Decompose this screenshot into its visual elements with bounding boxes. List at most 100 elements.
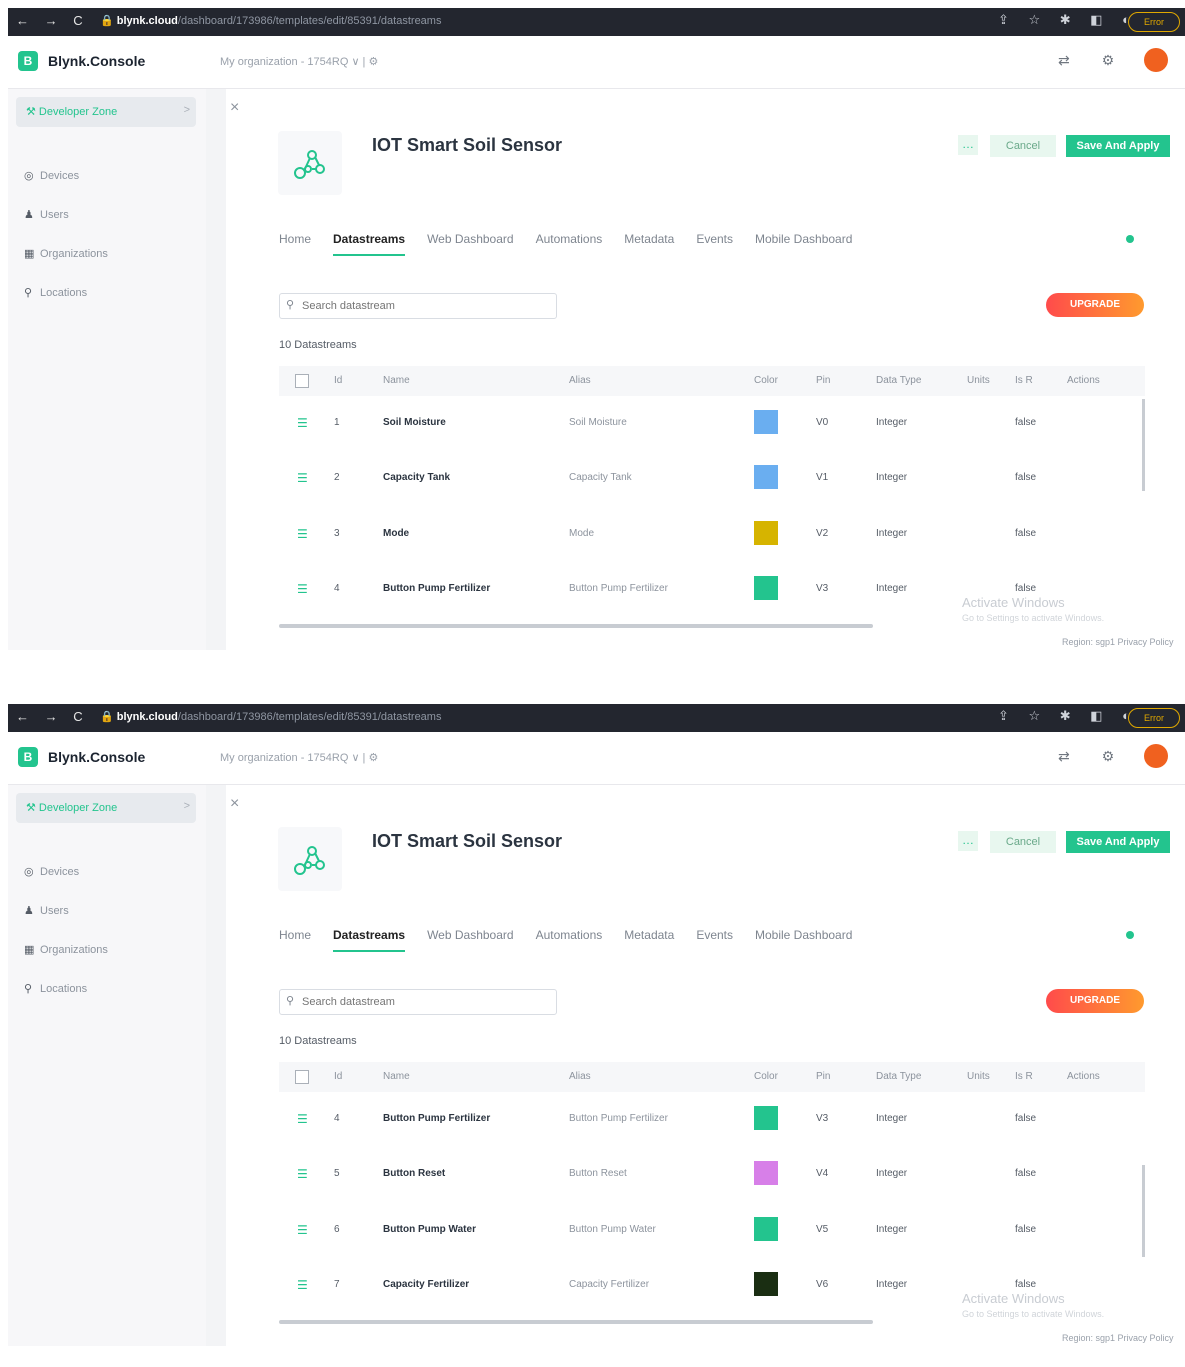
organization-selector[interactable]: My organization - 1754RQ ∨ | ⚙ [220, 55, 378, 68]
column-header-color[interactable]: Color [754, 375, 778, 386]
table-horizontal-scrollbar[interactable] [279, 624, 873, 628]
table-row[interactable]: ☰ 5 Button Reset Button Reset V4 Integer false [279, 1147, 1145, 1202]
tab-metadata[interactable]: Metadata [624, 232, 674, 254]
datastream-name[interactable]: Soil Moisture [383, 417, 446, 428]
close-icon[interactable]: × [230, 99, 239, 117]
column-header-is-r[interactable]: Is R [1015, 1071, 1033, 1082]
drag-handle-icon[interactable]: ☰ [297, 1278, 308, 1292]
column-header-name[interactable]: Name [383, 1071, 410, 1082]
column-header-units[interactable]: Units [967, 1071, 990, 1082]
column-header-id[interactable]: Id [334, 375, 342, 386]
drag-handle-icon[interactable]: ☰ [297, 1167, 308, 1181]
table-row[interactable]: ☰ 1 Soil Moisture Soil Moisture V0 Integer fal… [279, 396, 1145, 451]
tab-web-dashboard[interactable]: Web Dashboard [427, 928, 514, 950]
drag-handle-icon[interactable]: ☰ [297, 471, 308, 485]
sidebar-item-locations[interactable]: ⚲ Locations [24, 982, 87, 995]
sidebar-item-users[interactable]: ♟ Users [24, 208, 69, 221]
table-row[interactable]: ☰ 2 Capacity Tank Capacity Tank V1 Integer fal… [279, 451, 1145, 506]
cancel-button[interactable]: Cancel [990, 135, 1056, 157]
blynk-logo[interactable]: B [18, 51, 38, 71]
datastream-name[interactable]: Button Pump Water [383, 1224, 476, 1235]
drag-handle-icon[interactable]: ☰ [297, 1112, 308, 1126]
datastream-name[interactable]: Mode [383, 528, 409, 539]
sidebar-item-devices[interactable]: ◎ Devices [24, 865, 79, 878]
column-header-alias[interactable]: Alias [569, 1071, 591, 1082]
user-avatar[interactable] [1144, 48, 1168, 72]
footer-links[interactable]: Region: sgp1 Privacy Policy [1062, 1333, 1174, 1343]
column-header-pin[interactable]: Pin [816, 1071, 830, 1082]
save-and-apply-button[interactable]: Save And Apply [1066, 831, 1170, 853]
column-header-id[interactable]: Id [334, 1071, 342, 1082]
tab-automations[interactable]: Automations [536, 232, 603, 254]
browser-extension-icons[interactable]: ⇪ ☆ ✱ ◧ ◐ [998, 12, 1138, 28]
datastream-name[interactable]: Capacity Fertilizer [383, 1279, 469, 1290]
tab-mobile-dashboard[interactable]: Mobile Dashboard [755, 928, 852, 950]
sidebar-item-organizations[interactable]: ▦ Organizations [24, 247, 108, 260]
browser-nav-icons[interactable]: ← → C [16, 13, 89, 28]
datastream-name[interactable]: Button Pump Fertilizer [383, 583, 490, 594]
column-header-pin[interactable]: Pin [816, 375, 830, 386]
address-bar[interactable]: 🔒 blynk.cloud/dashboard/173986/templates… [100, 710, 441, 723]
cancel-button[interactable]: Cancel [990, 831, 1056, 853]
tab-events[interactable]: Events [696, 232, 733, 254]
drag-handle-icon[interactable]: ☰ [297, 1223, 308, 1237]
browser-profile-button[interactable]: Error [1128, 708, 1180, 728]
tab-automations[interactable]: Automations [536, 928, 603, 950]
search-box[interactable]: ⚲ [279, 989, 557, 1015]
address-bar[interactable]: 🔒 blynk.cloud/dashboard/173986/templates… [100, 14, 441, 27]
column-header-actions[interactable]: Actions [1067, 375, 1100, 386]
table-row[interactable]: ☰ 3 Mode Mode V2 Integer false [279, 507, 1145, 562]
column-header-actions[interactable]: Actions [1067, 1071, 1100, 1082]
more-button[interactable]: … [958, 135, 978, 155]
drag-handle-icon[interactable]: ☰ [297, 582, 308, 596]
close-icon[interactable]: × [230, 795, 239, 813]
tab-home[interactable]: Home [279, 928, 311, 950]
footer-links[interactable]: Region: sgp1 Privacy Policy [1062, 637, 1174, 647]
search-input[interactable] [300, 297, 544, 315]
tab-metadata[interactable]: Metadata [624, 928, 674, 950]
column-header-color[interactable]: Color [754, 1071, 778, 1082]
more-button[interactable]: … [958, 831, 978, 851]
tab-home[interactable]: Home [279, 232, 311, 254]
table-row[interactable]: ☰ 6 Button Pump Water Button Pump Water V5 In… [279, 1203, 1145, 1258]
datastream-name[interactable]: Capacity Tank [383, 472, 450, 483]
table-row[interactable]: ☰ 4 Button Pump Fertilizer Button Pump Fert… [279, 1092, 1145, 1147]
sidebar-item-devices[interactable]: ◎ Devices [24, 169, 79, 182]
column-header-alias[interactable]: Alias [569, 375, 591, 386]
user-avatar[interactable] [1144, 744, 1168, 768]
sidebar-item-locations[interactable]: ⚲ Locations [24, 286, 87, 299]
column-header-is-r[interactable]: Is R [1015, 375, 1033, 386]
table-vertical-scrollbar[interactable] [1142, 399, 1145, 491]
table-horizontal-scrollbar[interactable] [279, 1320, 873, 1324]
sidebar-item-developer-zone[interactable]: ⚒ Developer Zone > [16, 97, 196, 127]
upgrade-button[interactable]: UPGRADE [1046, 293, 1144, 317]
table-vertical-scrollbar[interactable] [1142, 1165, 1145, 1257]
column-header-data-type[interactable]: Data Type [876, 1071, 921, 1082]
sidebar-item-users[interactable]: ♟ Users [24, 904, 69, 917]
browser-nav-icons[interactable]: ← → C [16, 709, 89, 724]
search-box[interactable]: ⚲ [279, 293, 557, 319]
tab-web-dashboard[interactable]: Web Dashboard [427, 232, 514, 254]
upgrade-button[interactable]: UPGRADE [1046, 989, 1144, 1013]
datastream-name[interactable]: Button Reset [383, 1168, 445, 1179]
tab-events[interactable]: Events [696, 928, 733, 950]
browser-profile-button[interactable]: Error [1128, 12, 1180, 32]
tab-mobile-dashboard[interactable]: Mobile Dashboard [755, 232, 852, 254]
organization-selector[interactable]: My organization - 1754RQ ∨ | ⚙ [220, 751, 378, 764]
tab-datastreams[interactable]: Datastreams [333, 232, 406, 256]
select-all-checkbox[interactable] [295, 374, 309, 388]
template-icon[interactable] [278, 827, 342, 891]
browser-extension-icons[interactable]: ⇪ ☆ ✱ ◧ ◐ [998, 708, 1138, 724]
save-and-apply-button[interactable]: Save And Apply [1066, 135, 1170, 157]
column-header-units[interactable]: Units [967, 375, 990, 386]
search-input[interactable] [300, 993, 544, 1011]
datastream-name[interactable]: Button Pump Fertilizer [383, 1113, 490, 1124]
select-all-checkbox[interactable] [295, 1070, 309, 1084]
drag-handle-icon[interactable]: ☰ [297, 527, 308, 541]
sidebar-item-developer-zone[interactable]: ⚒ Developer Zone > [16, 793, 196, 823]
blynk-logo[interactable]: B [18, 747, 38, 767]
column-header-data-type[interactable]: Data Type [876, 375, 921, 386]
column-header-name[interactable]: Name [383, 375, 410, 386]
sidebar-item-organizations[interactable]: ▦ Organizations [24, 943, 108, 956]
template-icon[interactable] [278, 131, 342, 195]
